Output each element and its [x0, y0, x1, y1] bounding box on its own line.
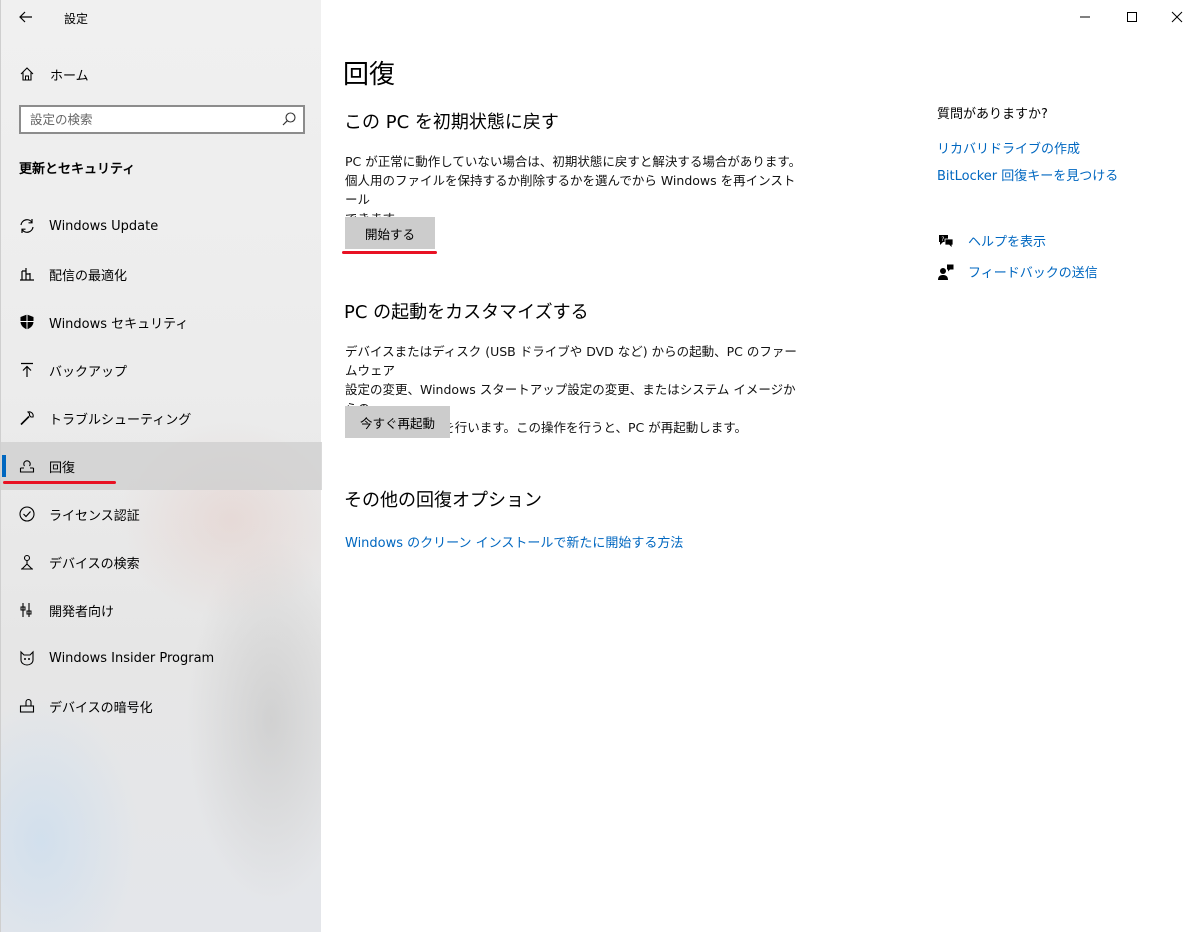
sidebar-item-label: バックアップ — [49, 364, 128, 380]
sidebar-item-label: デバイスの暗号化 — [49, 700, 153, 716]
section-label: 更新とセキュリティ — [19, 162, 136, 177]
page-title: 回復 — [343, 60, 396, 90]
questions-heading: 質問がありますか? — [937, 107, 1048, 122]
shield-icon — [17, 312, 37, 332]
give-feedback-label: フィードバックの送信 — [968, 266, 1098, 281]
advanced-startup-heading: PC の起動をカスタマイズする — [344, 302, 589, 323]
sidebar-item-label: Windows セキュリティ — [49, 316, 189, 332]
sidebar: 設定 ホーム 更新とセキュリティ Windows Update — [0, 0, 322, 932]
sidebar-item-delivery-optimization[interactable]: 配信の最適化 — [1, 250, 322, 298]
feedback-person-icon — [937, 263, 955, 281]
sidebar-item-label: 回復 — [49, 460, 76, 476]
reset-pc-heading: この PC を初期状態に戻す — [344, 112, 559, 133]
sidebar-item-find-device[interactable]: デバイスの検索 — [1, 538, 322, 586]
clean-install-link[interactable]: Windows のクリーン インストールで新たに開始する方法 — [345, 532, 683, 551]
check-circle-icon — [17, 504, 37, 524]
sidebar-item-developers[interactable]: 開発者向け — [1, 586, 322, 634]
app-title: 設定 — [64, 12, 89, 26]
sidebar-item-windows-security[interactable]: Windows セキュリティ — [1, 298, 322, 346]
sidebar-item-backup[interactable]: バックアップ — [1, 346, 322, 394]
sidebar-item-label: ライセンス認証 — [49, 508, 140, 524]
title-bar: 設定 — [1, 0, 322, 36]
back-button[interactable] — [13, 4, 39, 30]
more-recovery-options-heading: その他の回復オプション — [344, 490, 542, 511]
sidebar-item-label: トラブルシューティング — [49, 412, 192, 428]
sidebar-item-home[interactable]: ホーム — [1, 60, 322, 88]
sidebar-item-label: Windows Insider Program — [49, 650, 215, 666]
svg-text:?: ? — [941, 236, 944, 243]
get-help-link[interactable]: ? ヘルプを表示 — [937, 231, 1046, 250]
home-icon — [18, 65, 36, 83]
find-device-icon — [17, 552, 37, 572]
sidebar-item-label: 開発者向け — [49, 604, 115, 620]
search-icon — [282, 112, 296, 126]
close-button[interactable] — [1154, 0, 1200, 34]
sidebar-item-label: 配信の最適化 — [49, 268, 128, 284]
sidebar-item-device-encryption[interactable]: デバイスの暗号化 — [1, 682, 322, 730]
help-chat-icon: ? — [937, 232, 955, 250]
sidebar-item-troubleshoot[interactable]: トラブルシューティング — [1, 394, 322, 442]
find-bitlocker-key-link[interactable]: BitLocker 回復キーを見つける — [937, 165, 1118, 184]
recovery-icon — [17, 456, 37, 476]
delivery-optimization-icon — [17, 264, 37, 284]
backup-arrow-icon — [17, 360, 37, 380]
reset-desc-line-1: PC が正常に動作していない場合は、初期状態に戻すと解決する場合があります。 — [345, 154, 802, 169]
sidebar-item-windows-update[interactable]: Windows Update — [1, 202, 322, 250]
settings-search-box[interactable] — [19, 105, 305, 134]
back-arrow-icon — [19, 11, 32, 23]
get-started-button[interactable]: 開始する — [345, 217, 435, 249]
selection-accent-bar — [2, 455, 6, 477]
developer-tools-icon — [17, 600, 37, 620]
sidebar-item-activation[interactable]: ライセンス認証 — [1, 490, 322, 538]
highlight-underline-get-started — [342, 251, 437, 254]
minimize-icon — [1080, 16, 1090, 18]
wrench-icon — [17, 408, 37, 428]
encryption-icon — [17, 696, 37, 716]
sidebar-nav: Windows Update 配信の最適化 Windows セキュリティ バック… — [1, 202, 322, 730]
sidebar-item-label: Windows Update — [49, 218, 159, 234]
give-feedback-link[interactable]: フィードバックの送信 — [937, 262, 1098, 281]
sidebar-item-label: デバイスの検索 — [49, 556, 140, 572]
maximize-icon — [1127, 12, 1137, 22]
maximize-button[interactable] — [1109, 0, 1155, 34]
sync-icon — [17, 216, 37, 236]
reset-desc-line-2: 個人用のファイルを保持するか削除するかを選んでから Windows を再インスト… — [345, 173, 796, 207]
insider-cat-icon — [17, 648, 37, 668]
close-icon — [1171, 11, 1183, 23]
home-label: ホーム — [50, 68, 89, 84]
create-recovery-drive-link[interactable]: リカバリドライブの作成 — [937, 138, 1080, 157]
startup-desc-line-1: デバイスまたはディスク (USB ドライブや DVD など) からの起動、PC … — [345, 344, 797, 378]
highlight-underline-recovery — [3, 481, 116, 484]
minimize-button[interactable] — [1062, 0, 1108, 34]
search-input[interactable] — [30, 112, 270, 127]
get-help-label: ヘルプを表示 — [968, 235, 1047, 250]
restart-now-button[interactable]: 今すぐ再起動 — [345, 406, 450, 438]
sidebar-item-windows-insider[interactable]: Windows Insider Program — [1, 634, 322, 682]
